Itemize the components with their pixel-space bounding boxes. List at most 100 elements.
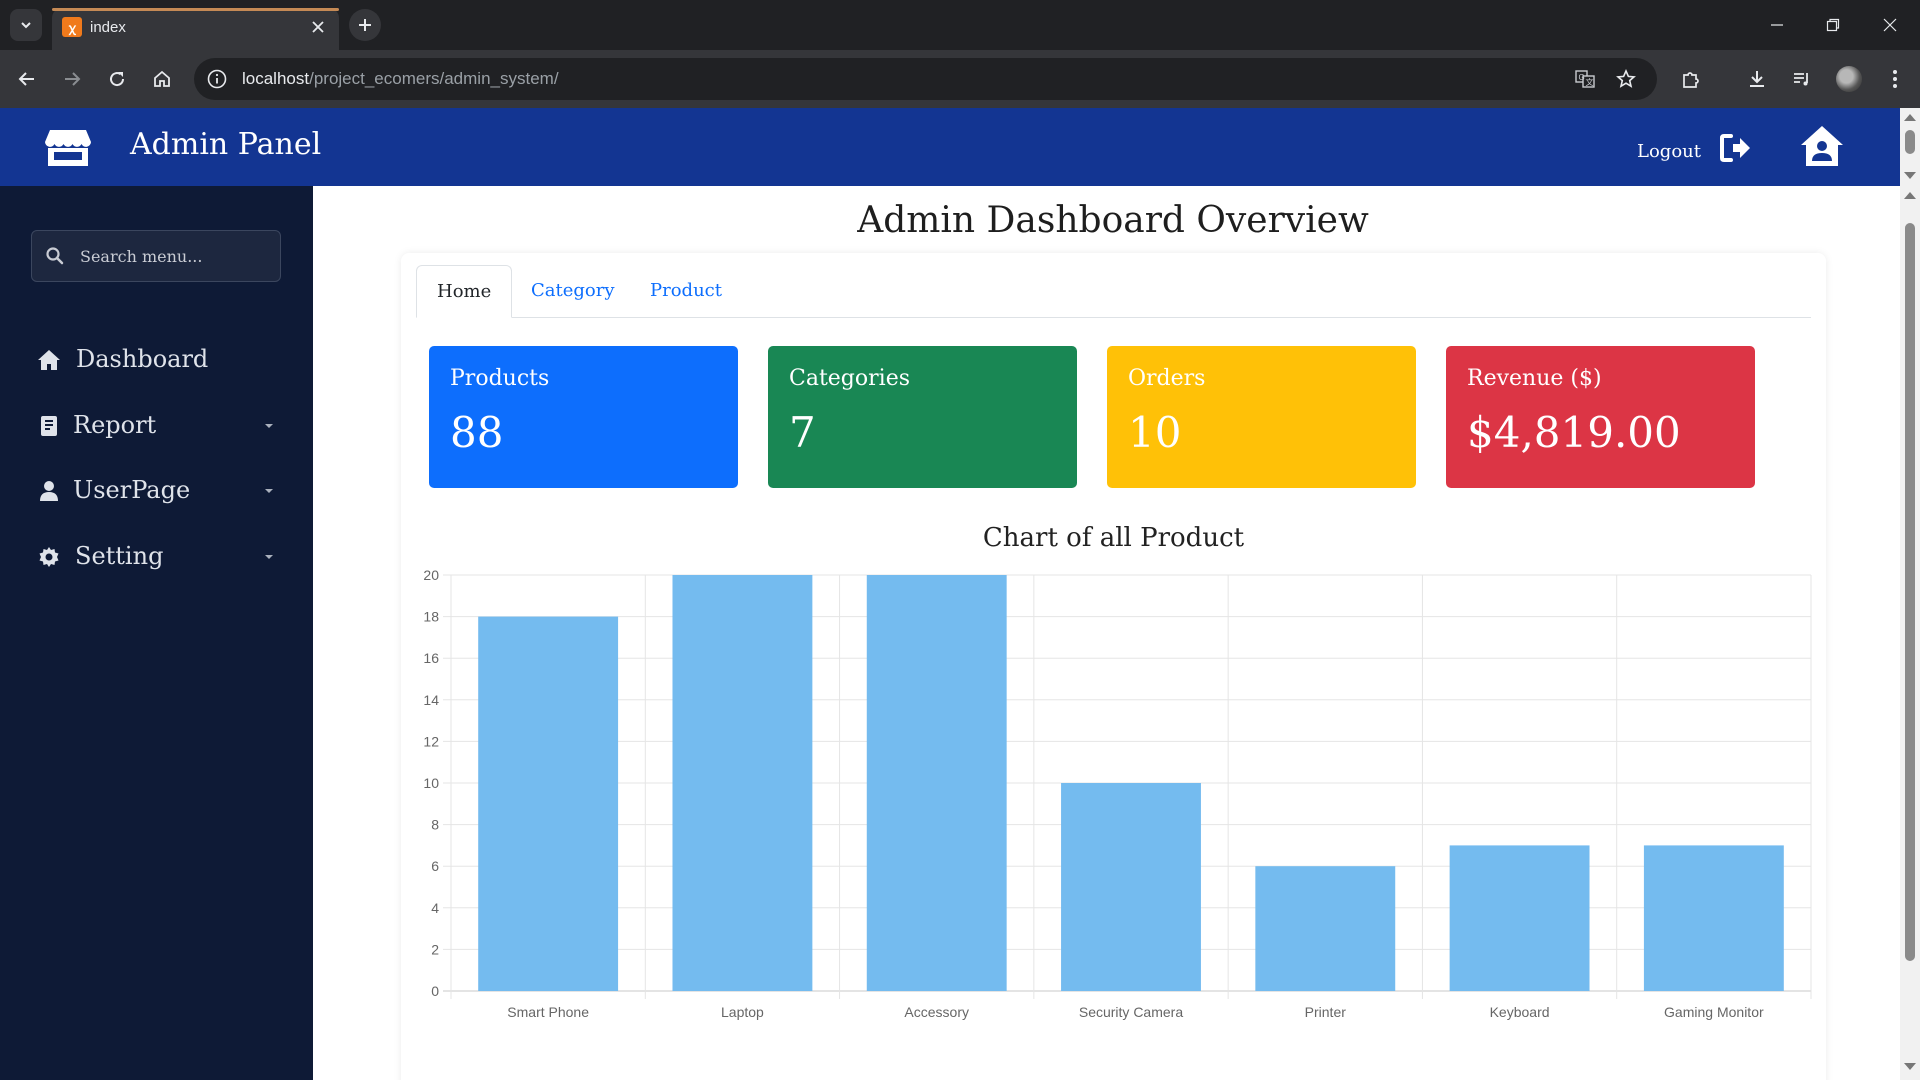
user-icon — [36, 478, 62, 504]
y-tick-label: 8 — [431, 817, 439, 833]
tab-search-button[interactable] — [10, 9, 42, 41]
forward-button[interactable] — [59, 66, 85, 92]
bar — [1449, 845, 1590, 991]
plus-icon — [359, 19, 371, 31]
translate-icon: G文 — [1575, 70, 1595, 88]
reload-button[interactable] — [104, 66, 130, 92]
stat-card-categories: Categories 7 — [768, 346, 1077, 488]
bar — [672, 575, 813, 991]
search-input[interactable] — [80, 243, 270, 269]
bar — [866, 575, 1007, 991]
downloads-button[interactable] — [1744, 66, 1770, 92]
sidebar-item-label: UserPage — [73, 476, 191, 504]
y-tick-label: 14 — [423, 692, 439, 708]
tab-home[interactable]: Home — [416, 265, 513, 318]
caret-down-icon — [265, 424, 273, 428]
url-host: localhost — [242, 69, 310, 88]
tab-title: index — [90, 19, 126, 36]
sidebar-item-dashboard[interactable]: Dashboard — [0, 333, 313, 387]
y-tick-label: 2 — [431, 941, 439, 957]
sidebar-item-userpage[interactable]: UserPage — [0, 464, 313, 518]
y-tick-label: 20 — [423, 567, 439, 583]
x-tick-label: Smart Phone — [507, 1004, 589, 1020]
stat-label: Products — [450, 366, 550, 391]
close-icon — [1883, 18, 1897, 32]
stat-label: Categories — [789, 366, 910, 391]
more-vertical-icon — [1893, 70, 1897, 88]
stat-value: $4,819.00 — [1467, 408, 1681, 457]
sidebar-search — [31, 230, 281, 282]
browser-menu-button[interactable] — [1882, 66, 1908, 92]
gear-icon — [36, 544, 62, 570]
y-tick-label: 16 — [423, 650, 439, 666]
product-bar-chart: 0 2 4 6 8 10 12 14 16 18 20 Smart Phone Laptop Access… — [423, 567, 1812, 1020]
stat-label: Orders — [1128, 366, 1206, 391]
scroll-up-arrow[interactable] — [1904, 192, 1916, 199]
page-scrollbar[interactable] — [1900, 108, 1920, 1080]
home-button[interactable] — [149, 66, 175, 92]
info-icon[interactable] — [206, 68, 228, 90]
tab-category[interactable]: Category — [511, 265, 635, 318]
x-tick-label: Keyboard — [1490, 1004, 1550, 1020]
tab-product[interactable]: Product — [630, 265, 742, 318]
y-tick-label: 4 — [431, 900, 439, 916]
sidebar-item-label: Dashboard — [76, 345, 209, 373]
scrollbar-thumb[interactable] — [1905, 223, 1915, 961]
sidebar-item-report[interactable]: Report — [0, 399, 313, 453]
minimize-icon — [1771, 24, 1783, 26]
y-tick-label: 6 — [431, 858, 439, 874]
y-tick-label: 0 — [431, 983, 439, 999]
minimize-button[interactable] — [1757, 8, 1797, 42]
new-tab-button[interactable] — [349, 9, 381, 41]
sidebar-item-label: Setting — [75, 542, 164, 570]
address-bar[interactable]: localhost/project_ecomers/admin_system/ … — [194, 58, 1657, 100]
y-tick-label: 12 — [423, 733, 439, 749]
search-icon — [46, 247, 64, 265]
playlist-icon — [1794, 73, 1808, 86]
restore-icon — [1826, 18, 1840, 32]
media-control-button[interactable] — [1789, 66, 1815, 92]
logout-icon[interactable] — [1719, 132, 1753, 164]
scroll-down-arrow[interactable] — [1904, 172, 1916, 179]
logout-link[interactable]: Logout — [1637, 141, 1701, 162]
profile-avatar[interactable] — [1836, 66, 1862, 92]
scroll-up-arrow[interactable] — [1904, 114, 1916, 121]
extensions-button[interactable] — [1678, 66, 1704, 92]
scrollbar-thumb-upper[interactable] — [1905, 130, 1915, 154]
sidebar-item-label: Report — [73, 411, 157, 439]
report-icon — [36, 413, 62, 439]
stat-value: 7 — [789, 408, 816, 457]
y-tick-label: 18 — [423, 609, 439, 625]
store-icon[interactable] — [44, 128, 92, 168]
sidebar-item-setting[interactable]: Setting — [0, 530, 313, 584]
reload-icon — [110, 72, 125, 87]
close-icon — [312, 21, 324, 33]
browser-tab[interactable]: ꭓ index — [52, 8, 339, 50]
close-window-button[interactable] — [1870, 8, 1910, 42]
stat-card-orders: Orders 10 — [1107, 346, 1416, 488]
scroll-down-arrow[interactable] — [1904, 1063, 1916, 1070]
arrow-right-icon — [65, 72, 81, 86]
browser-toolbar: localhost/project_ecomers/admin_system/ … — [0, 50, 1920, 108]
bar — [478, 616, 619, 991]
puzzle-icon — [1683, 72, 1699, 88]
caret-down-icon — [265, 555, 273, 559]
stat-label: Revenue ($) — [1467, 366, 1602, 391]
back-button[interactable] — [14, 66, 40, 92]
restore-button[interactable] — [1813, 8, 1853, 42]
xampp-favicon-icon: ꭓ — [62, 17, 82, 37]
home-user-icon[interactable] — [1800, 125, 1844, 167]
stat-value: 88 — [450, 408, 504, 457]
tab-close-button[interactable] — [307, 16, 329, 38]
url-text[interactable]: localhost/project_ecomers/admin_system/ — [242, 69, 559, 89]
translate-button[interactable]: G文 — [1574, 68, 1596, 90]
stat-value: 10 — [1128, 408, 1182, 457]
url-path: /project_ecomers/admin_system/ — [309, 69, 559, 88]
bookmark-button[interactable] — [1615, 68, 1637, 90]
chevron-down-icon — [21, 22, 31, 29]
home-icon — [36, 347, 62, 373]
bar — [1061, 783, 1201, 991]
x-tick-label: Gaming Monitor — [1664, 1004, 1764, 1020]
page-title: Admin Dashboard Overview — [857, 200, 1369, 241]
brand-title[interactable]: Admin Panel — [130, 127, 321, 162]
